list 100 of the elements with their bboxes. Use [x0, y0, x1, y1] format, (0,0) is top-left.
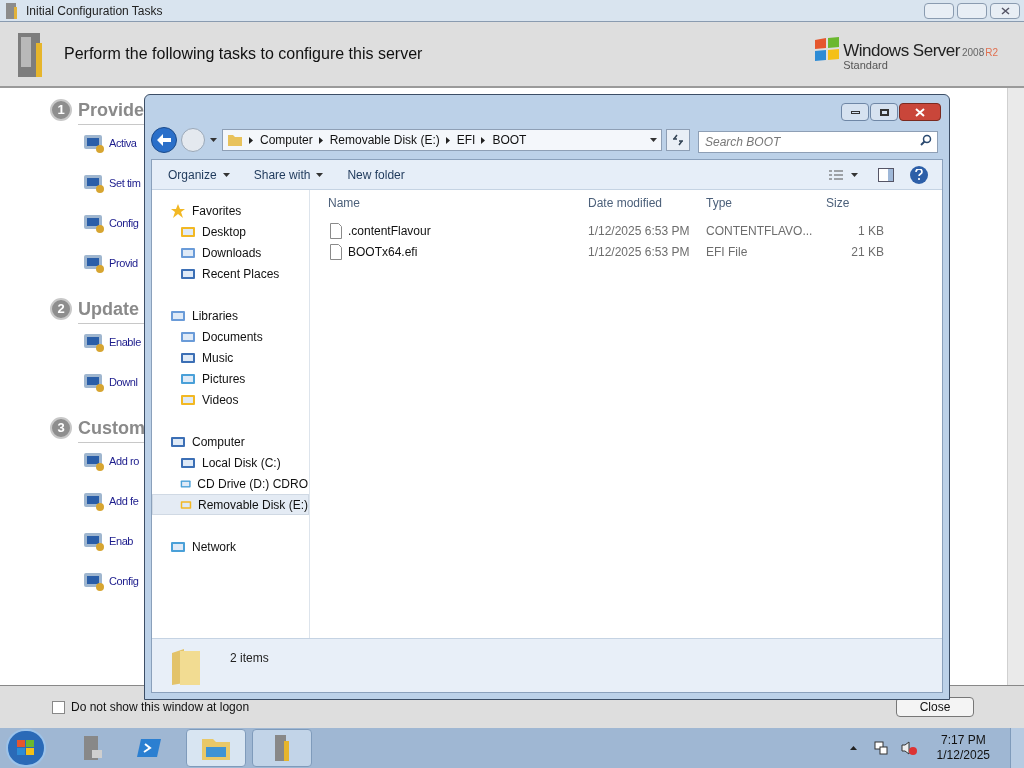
search-icon	[920, 134, 932, 146]
nav-item[interactable]: CD Drive (D:) CDRO	[152, 473, 309, 494]
nav-item[interactable]: Music	[152, 347, 309, 368]
step-number: 3	[50, 417, 72, 439]
start-button[interactable]	[6, 729, 46, 767]
maximize-icon	[879, 108, 889, 116]
close-icon	[915, 107, 925, 117]
section-heading: Custom	[78, 416, 145, 440]
brand-name: Windows Server	[843, 41, 960, 59]
breadcrumb-item[interactable]: Removable Disk (E:)	[329, 131, 440, 149]
column-header[interactable]: Size	[810, 194, 890, 212]
column-header[interactable]: Date modified	[570, 194, 690, 212]
file-name[interactable]: .contentFlavour	[348, 221, 431, 240]
question-icon	[915, 169, 923, 180]
chevron-icon	[318, 136, 323, 144]
close-icon	[1000, 6, 1010, 15]
task-link[interactable]: Add fe	[109, 492, 139, 510]
nav-item[interactable]: Desktop	[152, 221, 309, 242]
version-text: 2008	[961, 47, 985, 58]
task-link[interactable]: Downl	[109, 373, 138, 391]
address-dropdown-icon	[650, 138, 657, 142]
muted-speaker-icon[interactable]	[900, 740, 917, 756]
minimize-button[interactable]	[841, 103, 869, 121]
explorer-taskbar-button[interactable]	[186, 729, 246, 767]
chevron-icon	[445, 136, 450, 144]
column-header[interactable]: Name	[310, 194, 570, 212]
column-header[interactable]: Type	[690, 194, 810, 212]
help-button[interactable]	[910, 165, 928, 184]
back-button[interactable]	[151, 127, 177, 153]
release-mark: R2	[985, 47, 998, 58]
item-count: 2 items	[230, 650, 269, 667]
chevron-icon	[481, 136, 486, 144]
windows-flag-icon	[813, 35, 842, 62]
task-link[interactable]: Config	[109, 214, 139, 232]
nav-item[interactable]: Removable Disk (E:)	[152, 494, 309, 515]
terminal-icon	[137, 737, 163, 759]
toolbar-button[interactable]: Share with	[245, 165, 332, 184]
clock-time: 7:17 PM	[940, 733, 986, 748]
close-button[interactable]	[899, 103, 941, 121]
task-link[interactable]: Enable	[109, 333, 141, 351]
step-number: 1	[50, 99, 72, 121]
minimize-icon	[850, 110, 860, 114]
section-heading: Provide	[78, 98, 145, 122]
table-cell-text: EFI File	[705, 243, 749, 261]
maximize-button[interactable]	[870, 103, 898, 121]
server-icon	[272, 733, 292, 763]
nav-group[interactable]: Network	[152, 536, 309, 557]
history-dropdown[interactable]	[209, 138, 218, 142]
caret-icon	[222, 172, 230, 177]
refresh-button[interactable]	[666, 129, 690, 151]
nav-item[interactable]: Pictures	[152, 368, 309, 389]
windows-flag-icon	[17, 740, 35, 756]
star-icon	[170, 202, 186, 219]
pane-icon	[878, 167, 894, 182]
refresh-icon	[672, 134, 684, 146]
file-icon	[330, 222, 342, 239]
task-link[interactable]: Set tim	[109, 174, 141, 192]
task-link[interactable]: Activa	[109, 134, 137, 152]
checkbox[interactable]	[52, 700, 65, 714]
task-link[interactable]: Add ro	[109, 452, 139, 470]
clock[interactable]: 7:17 PM 1/12/2025	[936, 733, 990, 763]
nav-group[interactable]: Libraries	[152, 305, 309, 326]
caret-icon	[210, 138, 217, 142]
caret-icon	[316, 172, 324, 177]
chevron-icon	[249, 136, 253, 144]
file-name[interactable]: BOOTx64.efi	[348, 242, 418, 261]
nav-item[interactable]: Downloads	[152, 242, 309, 263]
breadcrumb-item[interactable]: Computer	[260, 131, 313, 149]
nav-group[interactable]: Favorites	[152, 200, 309, 221]
show-hidden-icons-icon[interactable]	[849, 746, 857, 750]
nav-item[interactable]: Documents	[152, 326, 309, 347]
caret-icon	[851, 172, 858, 177]
table-cell-text: 1 KB	[857, 222, 884, 240]
task-link[interactable]: Config	[109, 572, 139, 590]
table-cell-text: 1/12/2025 6:53 PM	[587, 243, 690, 261]
address-bar[interactable]: Computer Removable Disk (E:) EFI BOOT	[222, 129, 662, 151]
task-link[interactable]: Provid	[109, 254, 138, 272]
toolbar-button[interactable]: New folder	[339, 165, 413, 184]
table-cell-text: 1/12/2025 6:53 PM	[587, 222, 690, 240]
edition-text: Standard	[843, 58, 889, 73]
nav-group[interactable]: Computer	[152, 431, 309, 452]
search-field[interactable]: Search BOOT	[698, 131, 938, 153]
task-link[interactable]: Enab	[109, 532, 134, 550]
clock-date: 1/12/2025	[936, 748, 990, 763]
file-icon	[330, 243, 342, 260]
section-heading: Update	[78, 297, 139, 321]
table-cell-text: CONTENTFLAVO...	[705, 222, 810, 240]
list-view-icon	[829, 169, 843, 180]
step-number: 2	[50, 298, 72, 320]
scrollbar[interactable]	[1007, 88, 1024, 685]
breadcrumb-item[interactable]: BOOT	[492, 131, 527, 149]
breadcrumb-item[interactable]: EFI	[456, 131, 476, 149]
server-icon	[4, 1, 20, 20]
nav-item[interactable]: Recent Places	[152, 263, 309, 284]
toolbar-button[interactable]: Organize	[160, 165, 238, 184]
nav-item[interactable]: Local Disk (C:)	[152, 452, 309, 473]
close-button[interactable]	[990, 2, 1020, 19]
checkbox-label: Do not show this window at logon	[71, 699, 250, 716]
window-title: Initial Configuration Tasks	[26, 2, 163, 20]
nav-item[interactable]: Videos	[152, 389, 309, 410]
